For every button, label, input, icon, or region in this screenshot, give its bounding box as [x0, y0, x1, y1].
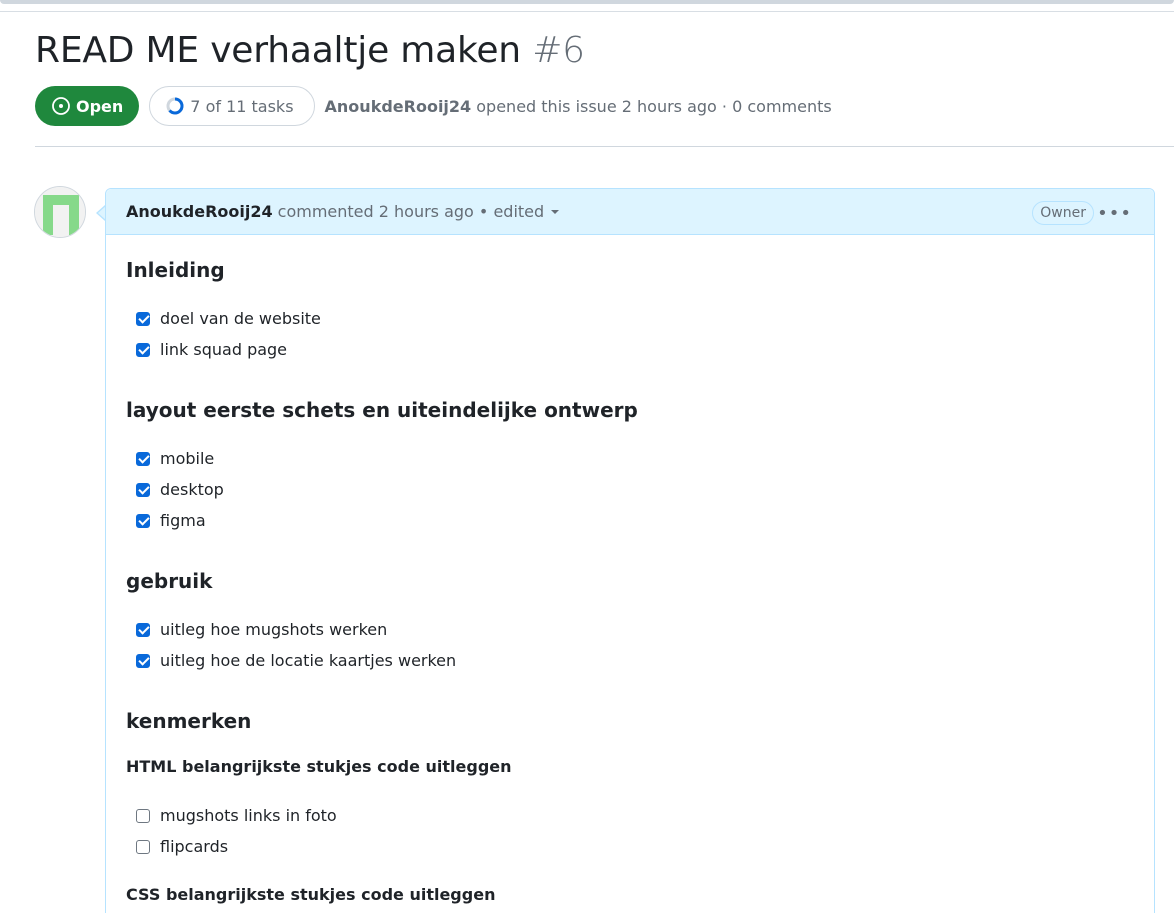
sub-heading: HTML belangrijkste stukjes code uitlegge…: [126, 757, 512, 776]
issue-meta-row: Open 7 of 11 tasks AnoukdeRooij24 opened…: [35, 86, 832, 126]
checkbox[interactable]: [136, 653, 150, 668]
issue-state-badge: Open: [35, 86, 140, 126]
checkbox[interactable]: [136, 482, 150, 497]
tasks-progress-pill[interactable]: 7 of 11 tasks: [149, 86, 315, 126]
section-heading: kenmerken: [126, 709, 252, 733]
task-item[interactable]: link squad page: [136, 340, 287, 359]
header-separator: [35, 146, 1174, 147]
chevron-down-icon[interactable]: [550, 207, 560, 217]
checkbox[interactable]: [136, 622, 150, 637]
task-label: uitleg hoe de locatie kaartjes werken: [160, 651, 457, 670]
task-item[interactable]: mobile: [136, 449, 214, 468]
issue-opened-info: AnoukdeRooij24 opened this issue 2 hours…: [325, 97, 832, 116]
checkbox[interactable]: [136, 839, 150, 854]
issue-number: #6: [532, 30, 585, 71]
task-label: doel van de website: [160, 309, 321, 328]
section-heading: Inleiding: [126, 258, 225, 282]
task-item[interactable]: mugshots links in foto: [136, 806, 337, 825]
task-item[interactable]: flipcards: [136, 837, 228, 856]
task-label: desktop: [160, 480, 224, 499]
task-item[interactable]: uitleg hoe mugshots werken: [136, 620, 387, 639]
tasks-summary: 7 of 11 tasks: [190, 96, 294, 116]
checkbox[interactable]: [136, 808, 150, 823]
section-heading: layout eerste schets en uiteindelijke on…: [126, 398, 638, 422]
comment-meta[interactable]: commented 2 hours ago • edited: [278, 202, 545, 221]
task-item[interactable]: figma: [136, 511, 206, 530]
issue-author-link[interactable]: AnoukdeRooij24: [325, 97, 472, 116]
task-label: link squad page: [160, 340, 288, 359]
checkbox[interactable]: [136, 451, 150, 466]
task-label: flipcards: [160, 837, 229, 856]
comment-author[interactable]: AnoukdeRooij24: [126, 202, 273, 221]
task-label: mobile: [160, 449, 215, 468]
task-item[interactable]: doel van de website: [136, 309, 321, 328]
issue-open-icon: [52, 97, 70, 115]
task-item[interactable]: desktop: [136, 480, 224, 499]
owner-badge: Owner: [1032, 201, 1094, 225]
issue-title: READ ME verhaaltje maken #6: [35, 30, 585, 71]
issue-state-label: Open: [76, 96, 124, 116]
browser-top-edge: [0, 0, 1174, 4]
task-item[interactable]: uitleg hoe de locatie kaartjes werken: [136, 651, 456, 670]
section-heading: gebruik: [126, 569, 213, 593]
kebab-menu-icon[interactable]: •••: [1097, 203, 1132, 224]
issue-title-text: READ ME verhaaltje maken: [35, 30, 521, 71]
issue-opened-text: opened this issue 2 hours ago · 0 commen…: [476, 96, 832, 116]
identicon-icon: [35, 187, 85, 237]
progress-ring-icon: [166, 97, 184, 115]
task-label: mugshots links in foto: [160, 806, 337, 825]
checkbox[interactable]: [136, 342, 150, 357]
avatar[interactable]: [34, 186, 86, 238]
task-label: uitleg hoe mugshots werken: [160, 620, 388, 639]
comment-header: AnoukdeRooij24 commented 2 hours ago • e…: [106, 189, 1154, 235]
top-divider: [0, 11, 1174, 12]
checkbox[interactable]: [136, 513, 150, 528]
task-label: figma: [160, 511, 206, 530]
comment-box: AnoukdeRooij24 commented 2 hours ago • e…: [105, 188, 1155, 913]
checkbox[interactable]: [136, 311, 150, 326]
sub-heading: CSS belangrijkste stukjes code uitleggen: [126, 885, 496, 904]
